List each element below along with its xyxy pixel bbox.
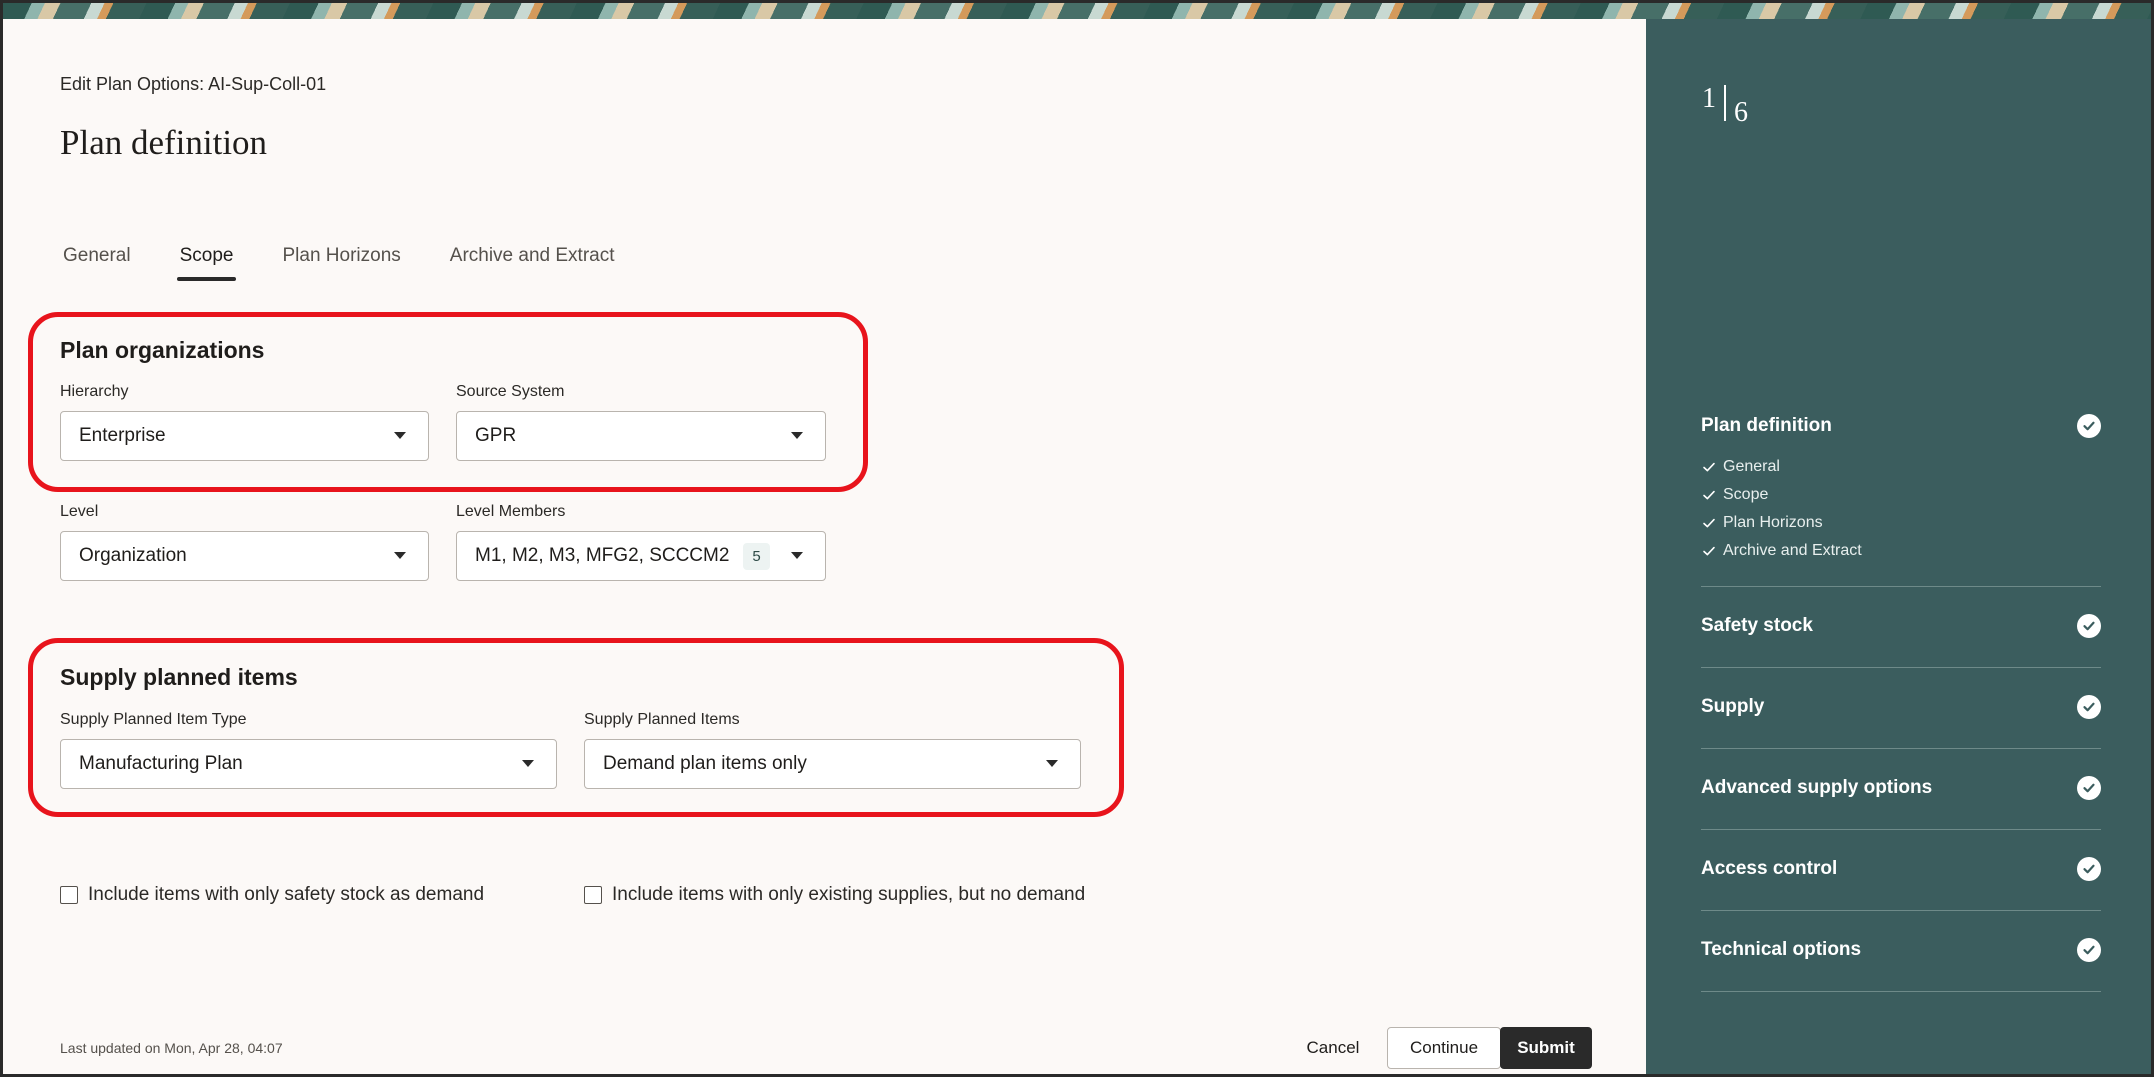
sidebar-step-technical-options[interactable]: Technical options [1701, 935, 2101, 965]
tab-scope[interactable]: Scope [176, 231, 237, 281]
sidebar-subitem-label: General [1723, 458, 1780, 475]
sidebar-step-supply[interactable]: Supply [1701, 692, 2101, 722]
supply-planned-item-type-value: Manufacturing Plan [79, 753, 243, 774]
safety-stock-checkbox-label: Include items with only safety stock as … [88, 884, 485, 905]
check-circle-icon [2077, 414, 2101, 438]
sidebar-divider [1701, 991, 2101, 992]
hierarchy-label: Hierarchy [60, 383, 129, 400]
tab-plan-horizons[interactable]: Plan Horizons [279, 231, 403, 281]
sidebar-step-safety-stock[interactable]: Safety stock [1701, 611, 2101, 641]
sidebar-divider [1701, 748, 2101, 749]
sidebar-divider [1701, 586, 2101, 587]
safety-stock-checkbox[interactable] [60, 886, 78, 904]
level-label: Level [60, 503, 99, 520]
decorative-banner [3, 3, 2151, 19]
checkmark-icon [1701, 543, 1717, 559]
source-system-select[interactable]: GPR [456, 411, 826, 461]
supply-planned-items-select[interactable]: Demand plan items only [584, 739, 1081, 789]
supply-planned-items-value: Demand plan items only [603, 753, 807, 774]
sidebar-step-label: Safety stock [1701, 615, 1813, 636]
chevron-down-icon [522, 760, 534, 767]
step-sidebar: 1 6 Plan definition General Scope Plan H… [1646, 19, 2151, 1074]
submit-button[interactable]: Submit [1500, 1027, 1592, 1069]
level-select[interactable]: Organization [60, 531, 429, 581]
check-circle-icon [2077, 614, 2101, 638]
check-circle-icon [2077, 857, 2101, 881]
sidebar-step-access-control[interactable]: Access control [1701, 854, 2101, 884]
sidebar-subitem-label: Scope [1723, 486, 1769, 503]
chevron-down-icon [791, 552, 803, 559]
source-system-value: GPR [475, 425, 517, 446]
supply-planned-item-type-label: Supply Planned Item Type [60, 711, 247, 728]
breadcrumb: Edit Plan Options: AI-Sup-Coll-01 [60, 74, 327, 94]
check-circle-icon [2077, 695, 2101, 719]
step-counter-divider [1724, 85, 1726, 121]
safety-stock-option[interactable]: Include items with only safety stock as … [60, 884, 484, 906]
sidebar-divider [1701, 829, 2101, 830]
main-panel: Edit Plan Options: AI-Sup-Coll-01 Plan d… [3, 19, 1646, 1074]
level-members-count-badge: 5 [743, 542, 770, 570]
sidebar-divider [1701, 910, 2101, 911]
level-members-label: Level Members [456, 503, 566, 520]
total-steps-number: 6 [1734, 97, 1748, 128]
checkmark-icon [1701, 459, 1717, 475]
checkmark-icon [1701, 487, 1717, 503]
sidebar-subitem-scope[interactable]: Scope [1701, 481, 2101, 509]
sidebar-step-label: Access control [1701, 858, 1838, 879]
chevron-down-icon [1046, 760, 1058, 767]
sidebar-step-label: Technical options [1701, 939, 1862, 960]
page-title: Plan definition [60, 123, 268, 162]
check-circle-icon [2077, 938, 2101, 962]
current-step-number: 1 [1702, 83, 1716, 114]
tab-archive-and-extract[interactable]: Archive and Extract [447, 231, 618, 281]
sidebar-subitem-label: Archive and Extract [1723, 542, 1862, 559]
sidebar-step-label: Advanced supply options [1701, 777, 1933, 798]
hierarchy-value: Enterprise [79, 425, 166, 446]
supply-planned-item-type-select[interactable]: Manufacturing Plan [60, 739, 557, 789]
tab-bar: General Scope Plan Horizons Archive and … [60, 231, 661, 281]
sidebar-step-advanced-supply-options[interactable]: Advanced supply options [1701, 773, 2101, 803]
level-members-select[interactable]: M1, M2, M3, MFG2, SCCCM2 5 [456, 531, 826, 581]
level-members-value: M1, M2, M3, MFG2, SCCCM2 [475, 545, 730, 566]
existing-supplies-option[interactable]: Include items with only existing supplie… [584, 884, 1085, 906]
checkmark-icon [1701, 515, 1717, 531]
existing-supplies-checkbox-label: Include items with only existing supplie… [612, 884, 1086, 905]
sidebar-subitem-archive-and-extract[interactable]: Archive and Extract [1701, 537, 2101, 565]
continue-button[interactable]: Continue [1387, 1027, 1501, 1069]
source-system-label: Source System [456, 383, 565, 400]
chevron-down-icon [394, 432, 406, 439]
existing-supplies-checkbox[interactable] [584, 886, 602, 904]
hierarchy-select[interactable]: Enterprise [60, 411, 429, 461]
level-value: Organization [79, 545, 187, 566]
supply-planned-items-label: Supply Planned Items [584, 711, 740, 728]
sidebar-subitem-plan-horizons[interactable]: Plan Horizons [1701, 509, 2101, 537]
sidebar-subitem-general[interactable]: General [1701, 453, 2101, 481]
sidebar-step-label: Plan definition [1701, 415, 1832, 436]
chevron-down-icon [791, 432, 803, 439]
sidebar-divider [1701, 667, 2101, 668]
sidebar-step-label: Supply [1701, 696, 1765, 717]
sidebar-subitem-label: Plan Horizons [1723, 514, 1823, 531]
cancel-button[interactable]: Cancel [1293, 1027, 1373, 1069]
section-title-supply-planned-items: Supply planned items [60, 664, 298, 690]
last-updated-text: Last updated on Mon, Apr 28, 04:07 [60, 1040, 283, 1056]
section-title-plan-organizations: Plan organizations [60, 337, 265, 363]
sidebar-step-plan-definition[interactable]: Plan definition General Scope Plan Horiz… [1701, 411, 2101, 565]
check-circle-icon [2077, 776, 2101, 800]
step-counter: 1 6 [1702, 83, 1748, 129]
tab-general[interactable]: General [60, 231, 134, 281]
chevron-down-icon [394, 552, 406, 559]
app-frame: Edit Plan Options: AI-Sup-Coll-01 Plan d… [0, 0, 2154, 1077]
